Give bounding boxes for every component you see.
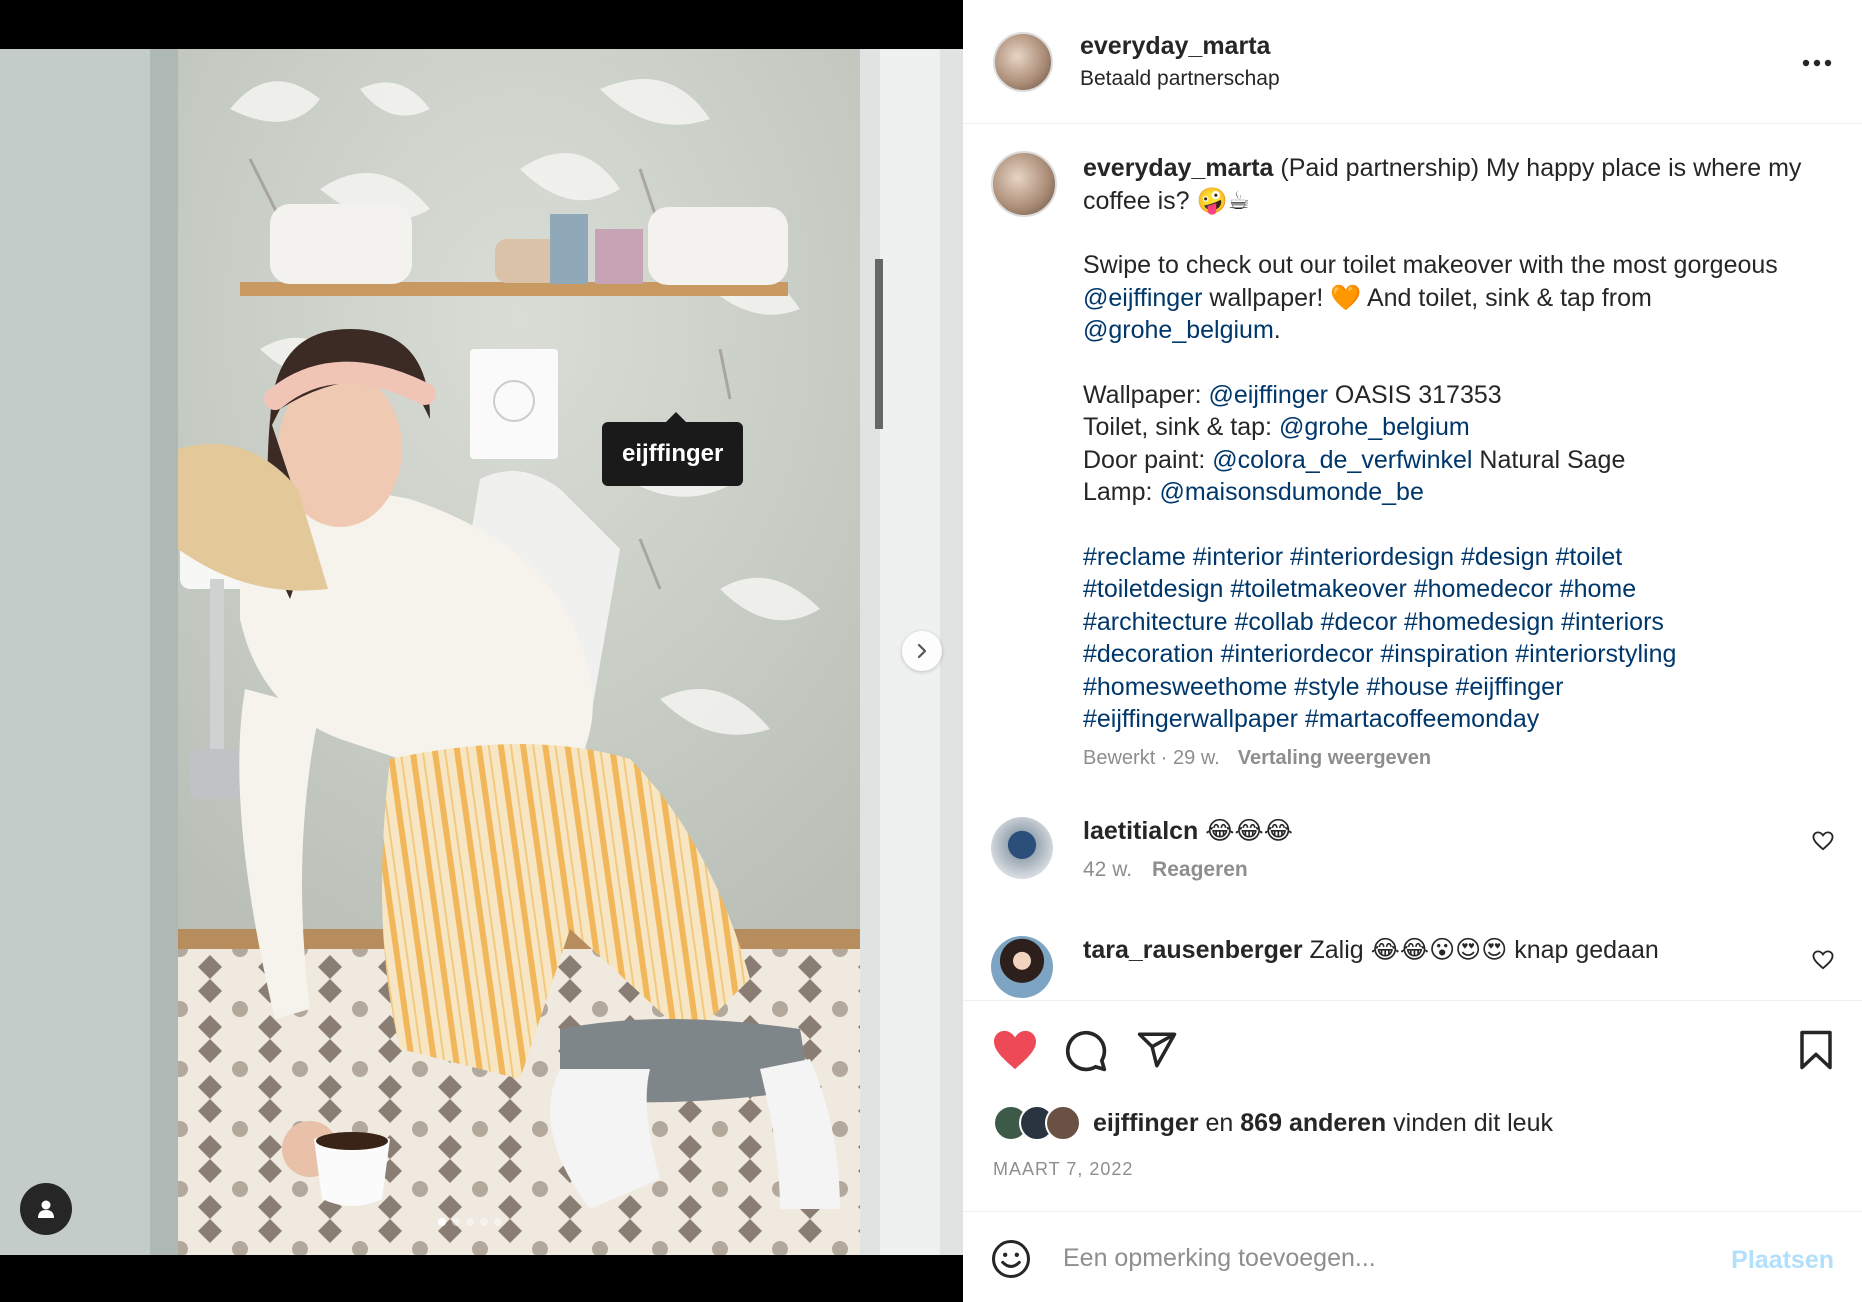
carousel-dot <box>494 1218 502 1226</box>
caption-text: Door paint: <box>1083 445 1213 474</box>
comment-heart-icon[interactable] <box>1812 950 1834 970</box>
bookmark-icon[interactable] <box>1797 1029 1835 1071</box>
likes-count[interactable]: 869 anderen <box>1240 1109 1386 1137</box>
hashtag-line[interactable]: #toiletdesign #toiletmakeover #homedecor… <box>1083 573 1823 606</box>
caption-text: Wallpaper: <box>1083 380 1209 409</box>
mention-link[interactable]: @colora_de_verfwinkel <box>1212 446 1472 474</box>
carousel-dots <box>438 1218 502 1226</box>
translate-button[interactable]: Vertaling weergeven <box>1238 747 1431 769</box>
carousel-dot <box>438 1218 446 1226</box>
author-avatar[interactable] <box>993 32 1053 92</box>
carousel-dot <box>480 1218 488 1226</box>
user-tag-icon <box>38 1200 54 1218</box>
comment-text: Zalig 😂😂😮😍😍 knap gedaan <box>1302 936 1659 964</box>
caption-meta: Bewerkt · 29 w. Vertaling weergeven <box>1083 747 1431 770</box>
hashtag-line[interactable]: #eijffingerwallpaper #martacoffeemonday <box>1083 703 1823 736</box>
caption-text: Natural Sage <box>1472 445 1626 474</box>
add-comment-bar: Plaatsen <box>963 1211 1862 1302</box>
commenter-username[interactable]: laetitialcn <box>1083 817 1198 845</box>
caption-text: Lamp: <box>1083 478 1160 506</box>
edited-timestamp: Bewerkt · 29 w. <box>1083 747 1220 769</box>
post-comment-button[interactable]: Plaatsen <box>1731 1246 1834 1275</box>
comment-text: 😂😂😂 <box>1198 817 1293 845</box>
comments-scroll-area[interactable]: everyday_marta (Paid partnership) My hap… <box>963 125 1862 1000</box>
reply-button[interactable]: Reageren <box>1152 858 1248 881</box>
mention-link[interactable]: @maisonsdumonde_be <box>1159 478 1423 506</box>
likes-connector: en <box>1198 1108 1241 1137</box>
post-actions: eijffinger en 869 anderen vinden dit leu… <box>963 1000 1862 1302</box>
comment-heart-icon[interactable] <box>1812 831 1834 851</box>
chevron-right-icon <box>917 643 927 659</box>
commenter-avatar[interactable] <box>991 817 1053 879</box>
comment-age: 42 w. <box>1083 858 1133 881</box>
commenter-username[interactable]: tara_rausenberger <box>1083 936 1303 964</box>
paid-partnership-label[interactable]: Betaald partnerschap <box>1080 67 1280 91</box>
caption-author[interactable]: everyday_marta <box>1083 154 1273 182</box>
caption-text: Swipe to check out our toilet makeover w… <box>1083 251 1778 279</box>
likes-text: eijffinger en 869 anderen vinden dit leu… <box>1093 1109 1553 1138</box>
post-date[interactable]: MAART 7, 2022 <box>993 1159 1133 1180</box>
commenter-avatar[interactable] <box>991 936 1053 998</box>
liker-username[interactable]: eijffinger <box>1093 1109 1199 1137</box>
caption-author-avatar[interactable] <box>991 151 1057 217</box>
carousel-dot <box>452 1218 460 1226</box>
next-media-button[interactable] <box>902 631 942 671</box>
mention-link[interactable]: @grohe_belgium <box>1279 413 1470 441</box>
post-sidebar: everyday_marta Betaald partnerschap ever… <box>963 0 1862 1302</box>
hashtag-line[interactable]: #architecture #collab #decor #homedesign… <box>1083 606 1823 639</box>
caption-text: OASIS 317353 <box>1327 380 1502 409</box>
likes-summary[interactable]: eijffinger en 869 anderen vinden dit leu… <box>993 1103 1553 1143</box>
caption-text: . <box>1273 316 1281 344</box>
mention-link[interactable]: @eijffinger <box>1209 381 1328 409</box>
likes-suffix: vinden dit leuk <box>1386 1108 1553 1137</box>
product-tag-bubble[interactable]: eijffinger <box>602 412 744 486</box>
heart-icon[interactable] <box>992 1029 1038 1071</box>
user-tags-button[interactable] <box>20 1183 72 1235</box>
caption-text: wallpaper! 🧡 And toilet, sink & tap from <box>1202 283 1652 312</box>
comment-input[interactable] <box>1063 1236 1683 1280</box>
mention-link[interactable]: @eijffinger <box>1083 284 1202 312</box>
author-username[interactable]: everyday_marta <box>1080 32 1270 61</box>
caption-text: Toilet, sink & tap: <box>1083 413 1279 441</box>
post-header: everyday_marta Betaald partnerschap <box>963 0 1862 124</box>
post-photo[interactable] <box>0 49 963 1255</box>
emoji-icon[interactable] <box>991 1239 1031 1279</box>
media-viewer: eijffinger <box>0 0 963 1302</box>
comment-icon[interactable] <box>1064 1029 1108 1073</box>
more-icon <box>1802 59 1832 67</box>
share-icon[interactable] <box>1136 1029 1178 1071</box>
carousel-dot <box>466 1218 474 1226</box>
liker-avatar <box>1045 1105 1081 1141</box>
hashtag-line[interactable]: #homesweethome #style #house #eijffinger <box>1083 671 1823 704</box>
caption: everyday_marta (Paid partnership) My hap… <box>1083 152 1823 736</box>
more-options-button[interactable] <box>1802 48 1832 68</box>
mention-link[interactable]: @grohe_belgium <box>1083 316 1274 344</box>
hashtag-line[interactable]: #decoration #interiordecor #inspiration … <box>1083 638 1823 671</box>
hashtag-line[interactable]: #reclame #interior #interiordesign #desi… <box>1083 541 1823 574</box>
